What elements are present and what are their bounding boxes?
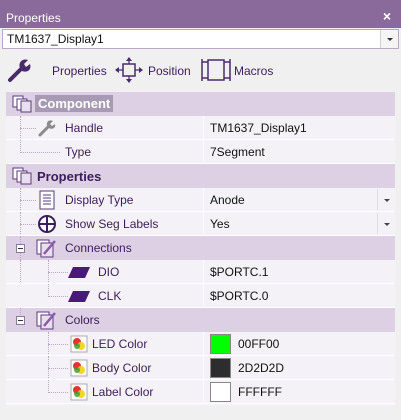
property-name: CLK xyxy=(98,289,122,303)
palette-icon xyxy=(70,359,88,377)
collapse-icon[interactable] xyxy=(16,316,25,325)
crosshair-icon xyxy=(38,215,56,233)
pencil-page-icon xyxy=(36,311,56,330)
category-label: Component xyxy=(35,95,114,112)
category-label: Properties xyxy=(37,169,102,184)
stacked-pages-icon xyxy=(12,167,32,185)
document-icon xyxy=(39,190,55,210)
macros-tab-label: Macros xyxy=(234,64,274,78)
property-value[interactable]: TM1637_Display1 xyxy=(210,121,307,135)
category-label: Connections xyxy=(65,241,132,255)
properties-tab-button[interactable]: Properties xyxy=(4,54,108,86)
macros-tab-button[interactable]: Macros xyxy=(200,54,276,86)
pin-icon xyxy=(68,291,90,302)
property-row-show-seg-labels[interactable]: Show Seg Labels Yes xyxy=(6,212,395,236)
wrench-icon xyxy=(38,120,56,137)
property-name: Show Seg Labels xyxy=(65,217,159,231)
property-value: 7Segment xyxy=(210,145,265,159)
chevron-down-icon[interactable] xyxy=(380,30,398,48)
window-title: Properties xyxy=(6,11,61,25)
property-name: Label Color xyxy=(92,385,154,399)
property-value[interactable]: Anode xyxy=(210,193,245,207)
property-value[interactable]: 2D2D2D xyxy=(238,361,284,375)
property-value[interactable]: Yes xyxy=(210,217,230,231)
close-icon[interactable]: × xyxy=(380,9,394,23)
property-row-handle[interactable]: Handle TM1637_Display1 xyxy=(6,116,395,140)
property-name: Display Type xyxy=(65,193,134,207)
properties-toolbar: Properties Position Macros xyxy=(0,50,401,90)
property-row-body-color[interactable]: Body Color 2D2D2D xyxy=(6,356,395,380)
property-row-clk[interactable]: CLK $PORTC.0 xyxy=(6,284,395,308)
property-value[interactable]: $PORTC.1 xyxy=(210,265,268,279)
property-value[interactable]: $PORTC.0 xyxy=(210,289,268,303)
property-value[interactable]: FFFFFF xyxy=(238,385,282,399)
property-row-display-type[interactable]: Display Type Anode xyxy=(6,188,395,212)
category-properties[interactable]: Properties xyxy=(6,164,395,188)
property-name: Handle xyxy=(65,121,104,135)
pencil-page-icon xyxy=(36,239,56,258)
led-color-swatch[interactable] xyxy=(210,334,231,354)
panel-footer xyxy=(0,406,401,420)
palette-icon xyxy=(70,335,88,353)
property-name: Type xyxy=(65,145,92,159)
property-name: DIO xyxy=(98,265,120,279)
position-tab-label: Position xyxy=(148,64,191,78)
stacked-pages-icon xyxy=(12,95,32,113)
wrench-icon xyxy=(8,59,31,82)
label-color-swatch[interactable] xyxy=(210,382,231,402)
window-titlebar: Properties × xyxy=(0,0,401,28)
property-row-type[interactable]: Type 7Segment xyxy=(6,140,395,164)
chevron-down-icon[interactable] xyxy=(377,189,394,210)
property-name: LED Color xyxy=(92,337,148,351)
property-value[interactable]: 00FF00 xyxy=(238,337,279,351)
properties-tab-label: Properties xyxy=(52,64,107,78)
category-label: Colors xyxy=(65,313,100,327)
category-colors[interactable]: Colors xyxy=(6,308,395,332)
property-name: Body Color xyxy=(92,361,152,375)
property-row-label-color[interactable]: Label Color FFFFFF xyxy=(6,380,395,404)
property-row-led-color[interactable]: LED Color 00FF00 xyxy=(6,332,395,356)
body-color-swatch[interactable] xyxy=(210,358,231,378)
category-component[interactable]: Component xyxy=(6,92,395,116)
property-row-dio[interactable]: DIO $PORTC.1 xyxy=(6,260,395,308)
component-selector-value: TM1637_Display1 xyxy=(7,32,104,46)
macro-chip-icon xyxy=(201,59,231,81)
category-connections[interactable]: Connections xyxy=(6,236,395,260)
collapse-icon[interactable] xyxy=(16,244,25,253)
move-icon xyxy=(115,57,143,83)
pin-icon xyxy=(68,267,90,278)
palette-icon xyxy=(70,383,88,401)
chevron-down-icon[interactable] xyxy=(377,213,394,234)
component-selector[interactable]: TM1637_Display1 xyxy=(2,29,399,49)
position-tab-button[interactable]: Position xyxy=(114,54,194,86)
property-grid: Component Handle TM1637_Display1 Type 7S… xyxy=(6,91,395,406)
